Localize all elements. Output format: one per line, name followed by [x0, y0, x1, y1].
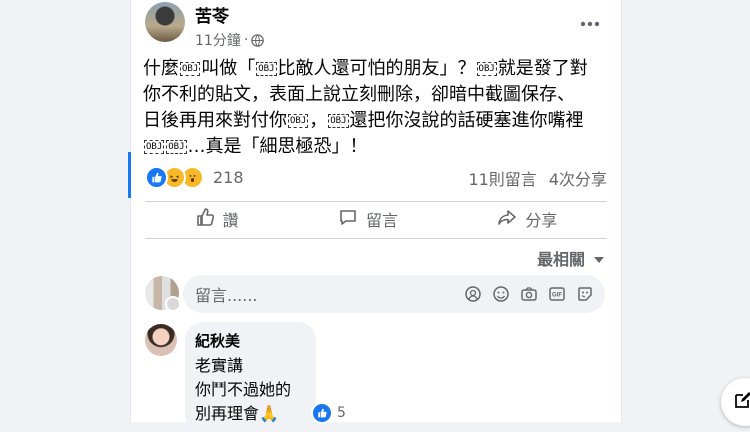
emoji-icon[interactable]: [491, 284, 511, 304]
like-reaction-icon: [311, 402, 333, 424]
post-text-segment: …真是「細思極恐」！: [187, 136, 368, 157]
like-label: 讚: [222, 211, 239, 230]
comment-text: 老實講 你鬥不過她的 別再理會🙏: [195, 354, 291, 426]
obj-placeholder-icon: OBJ: [476, 62, 497, 76]
post-text: 什麼 OBJ 叫做「 OBJ 比敵人還可怕的朋友」？ OBJ 就是發了對 你不利的貼文，表面上…: [143, 56, 613, 160]
author-avatar[interactable]: [145, 2, 185, 42]
more-dots-icon: [580, 12, 600, 31]
post-text-segment: 就是發了對: [497, 58, 588, 79]
share-button[interactable]: 分享: [477, 205, 577, 233]
author-name[interactable]: 苦苓: [195, 2, 229, 27]
comment-line: 別再理會🙏: [195, 404, 279, 423]
commenter-avatar[interactable]: [145, 324, 177, 356]
divider: [145, 201, 607, 202]
obj-placeholder-icon: OBJ: [288, 114, 309, 128]
reactions-summary[interactable]: 218: [145, 166, 244, 189]
post-time[interactable]: 11分鐘: [195, 30, 241, 50]
obj-placeholder-icon: OBJ: [166, 140, 187, 154]
globe-icon: [251, 33, 265, 47]
avatar-sticker-icon[interactable]: [463, 284, 483, 304]
obj-placeholder-icon: OBJ: [256, 62, 277, 76]
obj-placeholder-icon: OBJ: [180, 62, 201, 76]
like-button[interactable]: 讚: [175, 205, 259, 233]
like-reaction-icon: [145, 166, 168, 189]
thumbs-up-icon: [195, 207, 215, 231]
post-text-segment: 什麼: [143, 58, 179, 79]
svg-text:GIF: GIF: [552, 293, 562, 299]
post-text-line: OBJ OBJ …真是「細思極恐」！: [143, 134, 613, 160]
speech-bubble-icon: [338, 207, 358, 231]
divider: [145, 238, 607, 239]
commenter-name[interactable]: 紀秋美: [195, 330, 240, 351]
obj-placeholder-icon: OBJ: [328, 114, 349, 128]
post-text-segment: 比敵人還可怕的朋友」？: [277, 58, 476, 79]
post-meta: 11分鐘 ·: [195, 30, 265, 50]
comment-like-count: 5: [337, 405, 346, 421]
post-text-line: 什麼 OBJ 叫做「 OBJ 比敵人還可怕的朋友」？ OBJ 就是發了對: [143, 56, 613, 82]
sticker-icon[interactable]: [575, 284, 595, 304]
comment-bubble: 紀秋美 老實講 你鬥不過她的 別再理會🙏: [185, 322, 316, 432]
post-text-segment: 日後再用來對付你: [143, 110, 287, 131]
meta-separator: ·: [243, 32, 249, 48]
comment-line: 老實講: [195, 356, 244, 375]
comment-composer[interactable]: 留言...... GIF: [183, 275, 605, 313]
comment-sort-dropdown[interactable]: 最相關: [537, 246, 605, 270]
post-text-segment: 還把你沒說的話硬塞進你嘴裡: [349, 110, 584, 131]
engagement-stats: 11則留言 4次分享: [468, 166, 607, 190]
gif-icon[interactable]: GIF: [547, 284, 567, 304]
current-user-avatar[interactable]: [145, 276, 181, 312]
share-arrow-icon: [497, 207, 517, 231]
caret-down-icon: [593, 249, 605, 268]
camera-icon[interactable]: [519, 284, 539, 304]
comment-label: 留言: [365, 211, 398, 230]
post-card: 苦苓 11分鐘 · 什麼 OBJ 叫做「 OBJ 比敵人還可怕的朋友」？ OBJ 就是發了對…: [130, 0, 622, 432]
composer-tools: GIF: [463, 284, 595, 304]
comment-line: 你鬥不過她的: [195, 380, 292, 399]
post-text-line: 你不利的貼文，表面上說立刻刪除，卻暗中截圖保存、: [143, 82, 613, 108]
new-message-button[interactable]: [721, 378, 750, 426]
edit-compose-icon: [733, 390, 750, 414]
focus-indicator: [128, 152, 131, 198]
reaction-count[interactable]: 218: [213, 168, 244, 187]
post-text-segment: ，: [309, 110, 328, 131]
post-text-line: 日後再用來對付你 OBJ， OBJ 還把你沒說的話硬塞進你嘴裡: [143, 108, 613, 134]
share-label: 分享: [525, 211, 558, 230]
post-text-segment: 叫做「: [201, 58, 256, 79]
sort-label: 最相關: [536, 250, 585, 269]
comment-count[interactable]: 11則留言: [468, 166, 536, 190]
post-text-segment: 你不利的貼文，表面上說立刻刪除，卻暗中截圖保存、: [143, 84, 575, 105]
post-actions: 讚 留言 分享: [145, 204, 607, 234]
comment-reaction[interactable]: 5: [311, 402, 346, 424]
share-count[interactable]: 4次分享: [549, 166, 607, 190]
more-options-button[interactable]: [575, 11, 605, 31]
comment-input[interactable]: 留言......: [195, 282, 463, 306]
obj-placeholder-icon: OBJ: [144, 140, 165, 154]
comment-button[interactable]: 留言: [318, 205, 418, 233]
